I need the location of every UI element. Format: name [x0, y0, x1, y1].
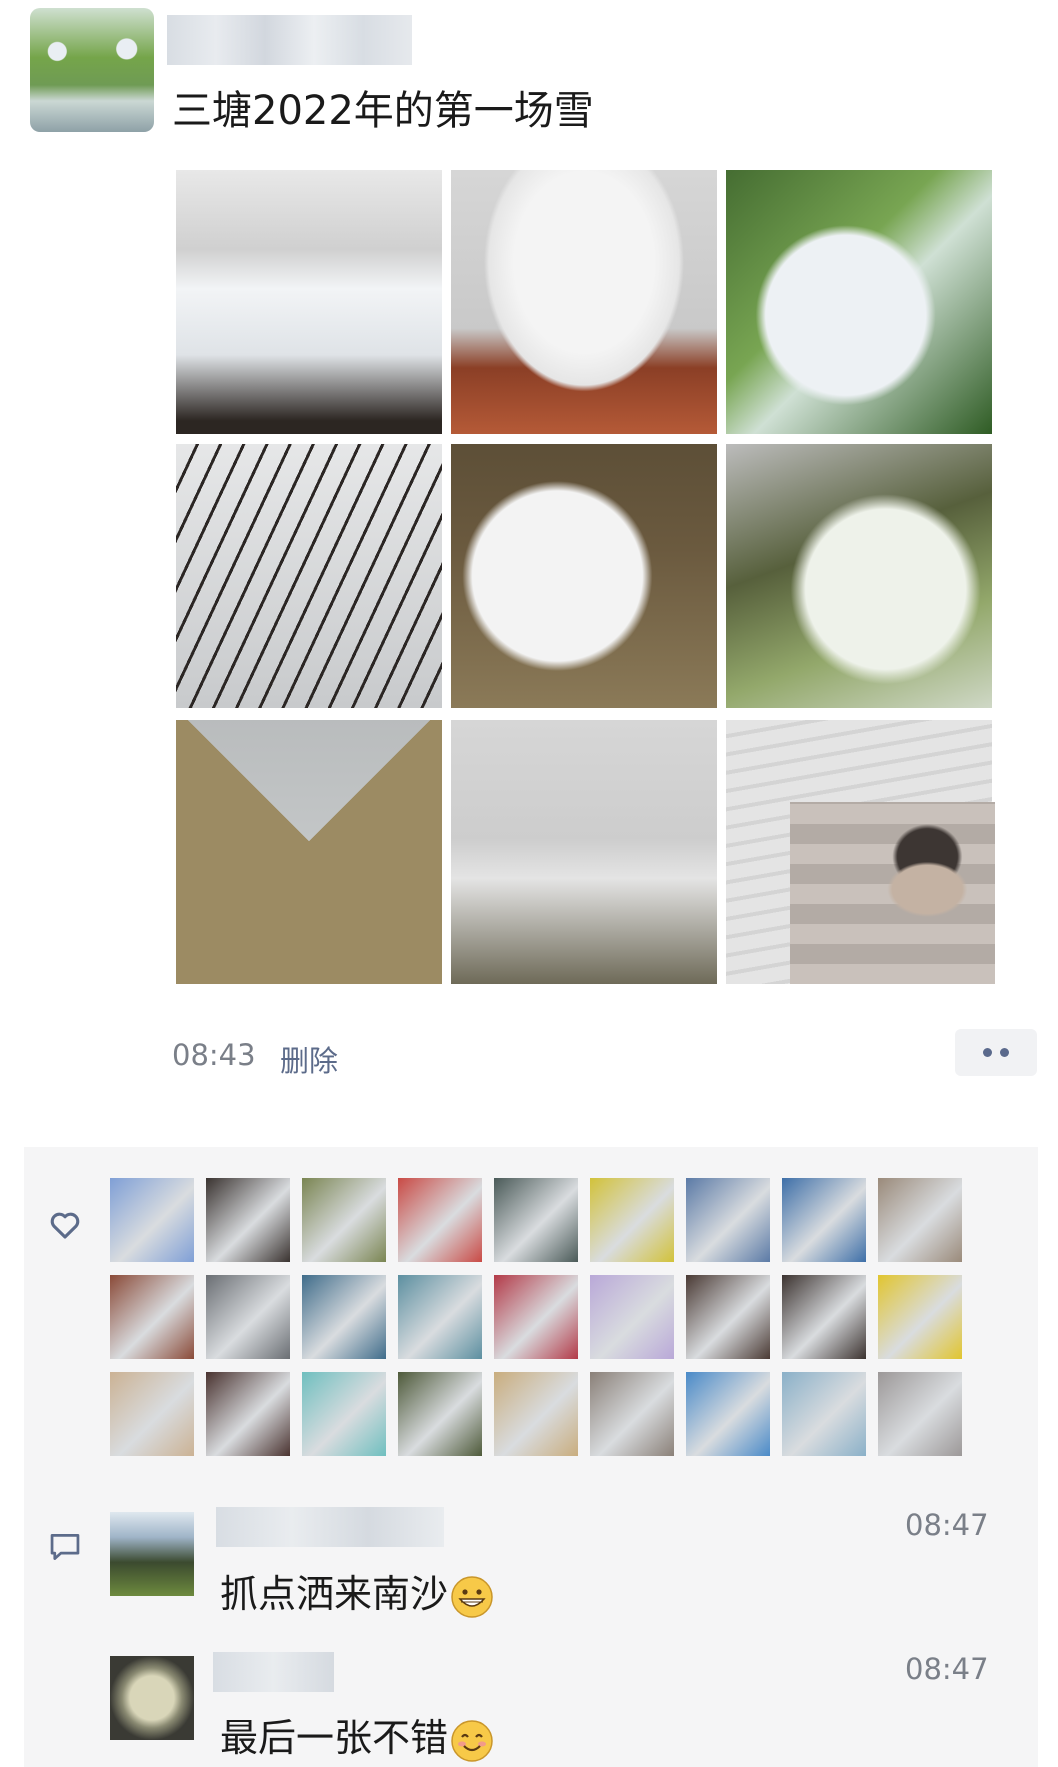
more-button[interactable] [955, 1029, 1037, 1076]
liker-avatar[interactable] [686, 1372, 770, 1456]
liker-avatar[interactable] [590, 1275, 674, 1359]
commenter-1-avatar[interactable] [110, 1512, 194, 1596]
photo-4[interactable] [176, 444, 442, 708]
heart-icon [50, 1212, 80, 1239]
liker-avatar[interactable] [494, 1372, 578, 1456]
liker-avatar[interactable] [302, 1178, 386, 1262]
more-dots-icon [1000, 1048, 1009, 1057]
photo-5[interactable] [451, 444, 717, 708]
liker-avatar[interactable] [878, 1275, 962, 1359]
liker-avatar[interactable] [206, 1372, 290, 1456]
liker-avatar[interactable] [110, 1178, 194, 1262]
liker-avatar[interactable] [590, 1372, 674, 1456]
comment-2[interactable]: 最后一张不错 [220, 1707, 494, 1763]
liker-avatar[interactable] [782, 1372, 866, 1456]
comment-2-time: 08:47 [905, 1652, 989, 1686]
more-dots-icon [983, 1048, 992, 1057]
comment-1-time: 08:47 [905, 1508, 989, 1542]
liker-avatar[interactable] [110, 1275, 194, 1359]
liker-avatar[interactable] [686, 1178, 770, 1262]
comment-2-text: 最后一张不错 [220, 1716, 449, 1760]
comment-icon [50, 1534, 80, 1560]
delete-link[interactable]: 删除 [280, 1038, 338, 1080]
poster-avatar[interactable] [30, 8, 154, 132]
photo-grid [176, 170, 995, 984]
liker-avatar[interactable] [494, 1178, 578, 1262]
commenter-2-name-blurred[interactable] [213, 1652, 334, 1692]
grinning-face-icon [451, 1575, 493, 1618]
liker-avatar[interactable] [398, 1178, 482, 1262]
photo-1[interactable] [176, 170, 442, 434]
photo-3[interactable] [726, 170, 992, 434]
liker-avatar[interactable] [782, 1178, 866, 1262]
liker-avatar[interactable] [398, 1275, 482, 1359]
commenter-1-name-blurred[interactable] [216, 1507, 444, 1547]
photo-6[interactable] [726, 444, 992, 708]
liker-avatar[interactable] [206, 1275, 290, 1359]
smiling-face-icon [451, 1719, 493, 1762]
blurred-face-overlay [790, 802, 995, 984]
liker-avatar[interactable] [590, 1178, 674, 1262]
photo-7[interactable] [176, 720, 442, 984]
poster-name-blurred[interactable] [167, 15, 412, 65]
post-text: 三塘2022年的第一场雪 [172, 88, 594, 134]
liker-avatar[interactable] [302, 1372, 386, 1456]
liker-avatar[interactable] [110, 1372, 194, 1456]
liker-avatar[interactable] [686, 1275, 770, 1359]
liker-avatar[interactable] [782, 1275, 866, 1359]
post-time: 08:43 [172, 1038, 256, 1072]
liker-avatar[interactable] [494, 1275, 578, 1359]
liker-avatar[interactable] [878, 1178, 962, 1262]
photo-8[interactable] [451, 720, 717, 984]
comment-1-text: 抓点洒来南沙 [220, 1572, 449, 1616]
comment-1[interactable]: 抓点洒来南沙 [220, 1563, 494, 1619]
liker-avatar[interactable] [206, 1178, 290, 1262]
photo-2[interactable] [451, 170, 717, 434]
liker-avatar[interactable] [878, 1372, 962, 1456]
liker-avatar[interactable] [302, 1275, 386, 1359]
commenter-2-avatar[interactable] [110, 1656, 194, 1740]
liker-avatar[interactable] [398, 1372, 482, 1456]
